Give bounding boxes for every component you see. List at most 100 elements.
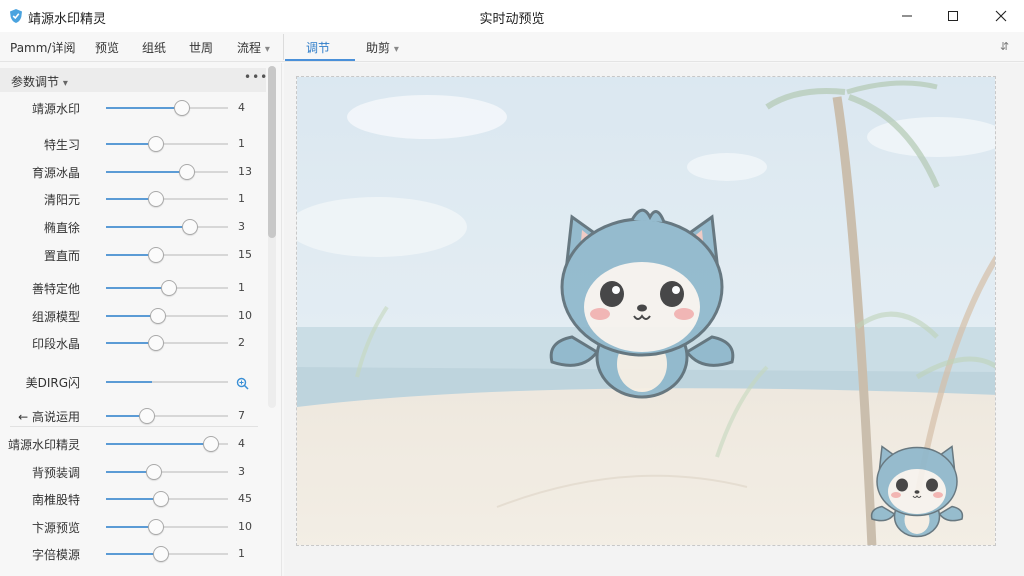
slider-row: 印段水晶 2: [0, 333, 266, 353]
menu-bar: Pamm/详阅 预览 组纸 世周 流程 ▾ 调节 助剪 ▾: [0, 32, 1024, 62]
slider-thumb[interactable]: [148, 247, 165, 263]
slider-row: 椭直徐 3: [0, 217, 266, 237]
tab-edit[interactable]: 助剪 ▾: [366, 39, 399, 56]
close-button[interactable]: [978, 0, 1024, 32]
maximize-button[interactable]: [930, 0, 976, 32]
minimize-button[interactable]: [884, 0, 930, 32]
slider-thumb[interactable]: [148, 136, 165, 152]
tab-adjust[interactable]: 调节: [306, 39, 330, 56]
slider-thumb[interactable]: [148, 519, 165, 535]
slider-thumb[interactable]: [139, 408, 156, 424]
slider-thumb[interactable]: [161, 280, 178, 296]
menu-item-params[interactable]: Pamm/详阅: [10, 39, 75, 56]
slider-label: 南椎股特: [31, 493, 80, 507]
slider-value: 1: [238, 137, 245, 150]
slider-track[interactable]: [106, 100, 228, 116]
scrollbar-thumb[interactable]: [268, 66, 276, 238]
slider-track[interactable]: [106, 491, 228, 507]
slider-row: 靖源水印精灵 4: [0, 434, 266, 454]
slider-thumb[interactable]: [148, 191, 165, 207]
slider-label: 置直而: [43, 249, 80, 263]
slider-label: 靖源水印精灵: [7, 438, 80, 452]
menu-divider: [283, 34, 284, 60]
menu-item-flow-label: 流程: [237, 41, 262, 55]
slider-value: 4: [238, 437, 245, 450]
slider-fill: [106, 443, 211, 445]
slider-thumb[interactable]: [150, 308, 167, 324]
slider-track[interactable]: [106, 164, 228, 180]
slider-label: 背预装调: [31, 466, 80, 480]
slider-track[interactable]: [106, 408, 228, 424]
slider-row: 卞源预览 10: [0, 517, 266, 537]
slider-value: 13: [238, 165, 252, 178]
app-window: 靖源水印精灵 实时动预览 Pamm/详阅 预览 组纸 世周 流程 ▾ 调节 助剪…: [0, 0, 1024, 576]
menu-item-preview[interactable]: 预览: [95, 39, 119, 56]
preview-image: [297, 77, 995, 545]
slider-label: 育源冰晶: [31, 166, 80, 180]
sort-icon[interactable]: ⇵: [1000, 40, 1009, 53]
slider-label: 美DIRG闪: [25, 376, 80, 390]
title-bar: 靖源水印精灵 实时动预览: [0, 0, 1024, 32]
menu-item-group[interactable]: 组纸: [142, 39, 166, 56]
slider-label: ← 高说运用: [18, 410, 80, 424]
slider-row: 南椎股特 45: [0, 489, 266, 509]
chevron-down-icon: ▾: [264, 44, 270, 55]
slider-label: 组源模型: [31, 310, 80, 324]
slider-row: 清阳元 1: [0, 189, 266, 209]
window-title: 实时动预览: [479, 12, 545, 27]
slider-thumb[interactable]: [202, 436, 219, 452]
slider-label: 特生习: [43, 138, 80, 152]
slider-thumb[interactable]: [145, 464, 162, 480]
slider-track[interactable]: [106, 464, 228, 480]
slider-fill: [106, 287, 170, 289]
app-title: 靖源水印精灵: [28, 12, 107, 27]
slider-value: 45: [238, 492, 252, 505]
panel-title-label: 参数调节: [11, 75, 60, 89]
slider-thumb[interactable]: [182, 219, 199, 235]
slider-track[interactable]: [106, 219, 228, 235]
slider-value: 10: [238, 520, 252, 533]
zoom-in-icon[interactable]: [236, 375, 249, 394]
slider-row: 置直而 15: [0, 245, 266, 265]
slider-value: 15: [238, 248, 252, 261]
slider-label: 清阳元: [43, 193, 80, 207]
slider-thumb[interactable]: [148, 335, 165, 351]
slider-track[interactable]: [106, 247, 228, 263]
menu-item-flow[interactable]: 流程 ▾: [237, 39, 270, 56]
active-tab-indicator: [285, 59, 355, 61]
preview-canvas[interactable]: [296, 76, 996, 546]
slider-fill: [106, 226, 191, 228]
slider-thumb[interactable]: [178, 164, 195, 180]
menu-item-week[interactable]: 世周: [189, 39, 213, 56]
slider-track[interactable]: [106, 280, 228, 296]
sidebar-scrollbar[interactable]: [268, 66, 276, 408]
slider-value: 1: [238, 547, 245, 560]
slider-thumb[interactable]: [152, 546, 169, 562]
slider-track[interactable]: [106, 381, 228, 383]
section-divider: [10, 426, 258, 427]
slider-value: 2: [238, 336, 245, 349]
slider-label: 卞源预览: [31, 521, 80, 535]
slider-row: ← 高说运用 7: [0, 406, 266, 426]
minimize-icon: [902, 15, 912, 17]
slider-row: 特生习 1: [0, 134, 266, 154]
more-options-icon[interactable]: •••: [244, 70, 268, 84]
slider-track[interactable]: [106, 191, 228, 207]
slider-row: 靖源水印 4: [0, 98, 266, 118]
slider-thumb[interactable]: [152, 491, 169, 507]
slider-track[interactable]: [106, 136, 228, 152]
slider-thumb[interactable]: [173, 100, 190, 116]
slider-row: 字倍模源 1: [0, 544, 266, 564]
slider-fill: [106, 171, 187, 173]
slider-row: 育源冰晶 13: [0, 162, 266, 182]
slider-track[interactable]: [106, 546, 228, 562]
slider-label: 椭直徐: [43, 221, 80, 235]
panel-header[interactable]: 参数调节 ▾ •••: [0, 68, 268, 92]
shield-icon: [10, 9, 22, 23]
slider-value: 1: [238, 192, 245, 205]
slider-track[interactable]: [106, 519, 228, 535]
slider-track[interactable]: [106, 436, 228, 452]
slider-track[interactable]: [106, 308, 228, 324]
tab-edit-label: 助剪: [366, 41, 391, 55]
slider-track[interactable]: [106, 335, 228, 351]
